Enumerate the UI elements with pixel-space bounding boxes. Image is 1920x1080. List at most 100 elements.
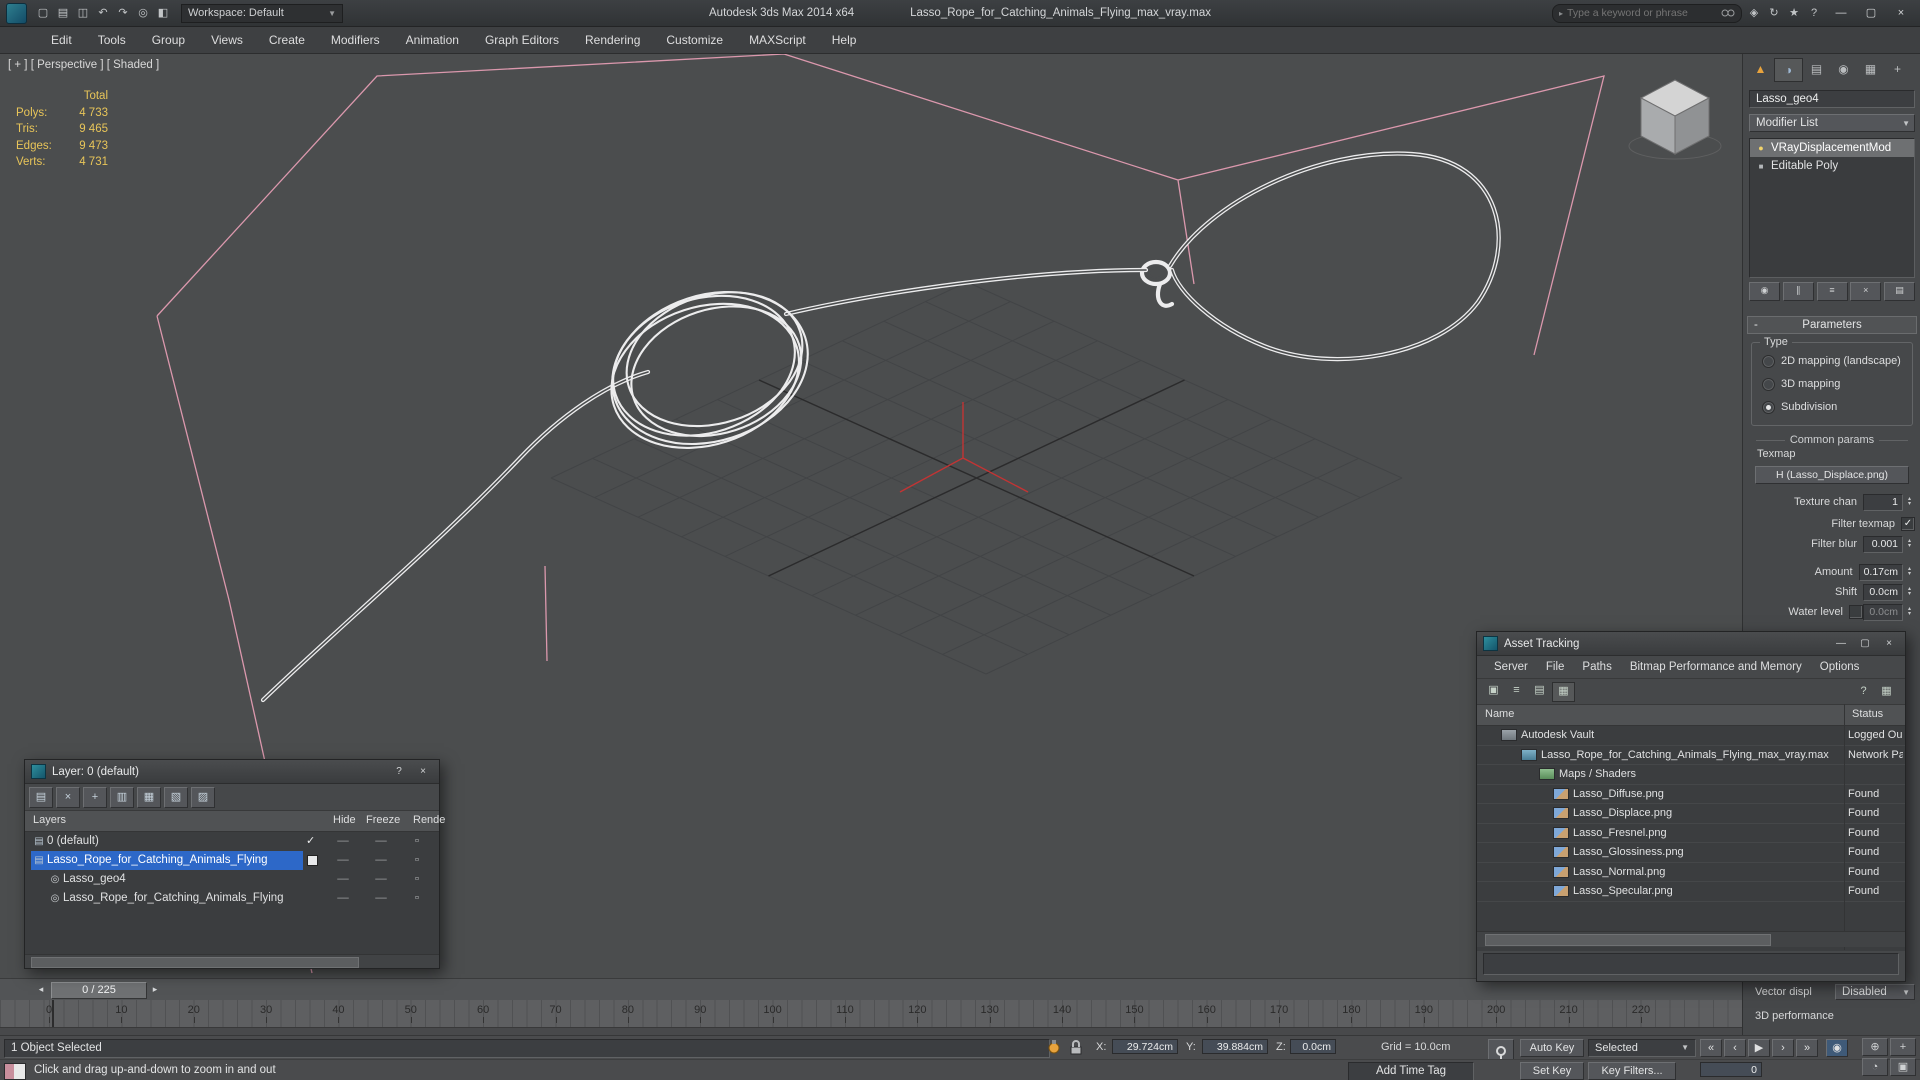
help-button[interactable]: ? (1853, 683, 1874, 701)
radio-icon[interactable] (1762, 354, 1775, 368)
freeze-toggle[interactable]: — (366, 832, 396, 851)
menu-item[interactable]: Bitmap Performance and Memory (1621, 657, 1811, 678)
radio-icon[interactable] (1762, 400, 1775, 414)
asset-row[interactable]: Lasso_Specular.png Found (1477, 882, 1905, 902)
menu-item[interactable]: Customize (653, 27, 736, 53)
previous-frame-button[interactable]: ‹ (1724, 1039, 1746, 1057)
next-frame-arrow[interactable]: ▸ (148, 982, 162, 997)
menu-item[interactable]: MAXScript (736, 27, 819, 53)
modifier-list-dropdown[interactable]: Modifier List ▼ (1749, 114, 1915, 132)
freeze-toggle[interactable]: — (366, 870, 396, 889)
shift-spinner[interactable]: ▴ ▾ (1904, 586, 1915, 597)
go-to-end-button[interactable]: » (1796, 1039, 1818, 1057)
isolate-selection-icon[interactable] (1046, 1039, 1062, 1059)
timeline-ruler[interactable]: 0 10 20 30 40 50 60 70 80 90 100 110 120 130 140 150 160… (0, 1000, 1742, 1035)
scrollbar-thumb[interactable] (1485, 934, 1771, 946)
radio-option[interactable]: Subdivision (1752, 397, 1912, 417)
help-button[interactable]: ? (389, 764, 409, 780)
hide-toggle[interactable]: — (328, 889, 358, 908)
menu-item[interactable]: Views (198, 27, 256, 53)
asset-row[interactable]: Lasso_Rope_for_Catching_Animals_Flying_m… (1477, 746, 1905, 765)
auto-key-button[interactable]: Auto Key (1520, 1039, 1584, 1057)
communication-center-icon[interactable]: ◈ (1744, 4, 1764, 23)
layer-window-titlebar[interactable]: Layer: 0 (default) ? × (25, 760, 439, 784)
time-slider-handle[interactable]: 0 / 225 (51, 982, 147, 999)
performance-rollout-label[interactable]: 3D performance (1755, 1010, 1834, 1022)
minimize-button[interactable]: — (1826, 3, 1856, 23)
z-coord-field[interactable]: 0.0cm (1290, 1039, 1336, 1054)
filter-texmap-checkbox[interactable]: ✓ (1901, 517, 1915, 531)
asset-window-titlebar[interactable]: Asset Tracking — ▢ × (1477, 632, 1905, 656)
search-input[interactable] (1563, 7, 1721, 19)
close-button[interactable]: × (1879, 636, 1899, 652)
remove-modifier-button[interactable]: × (1850, 282, 1882, 301)
binoculars-icon[interactable] (1721, 8, 1735, 18)
selection-lock-icon[interactable] (1068, 1039, 1084, 1059)
app-logo-icon[interactable] (6, 2, 27, 24)
hide-layer-button[interactable]: ▨ (191, 786, 215, 808)
go-to-start-button[interactable]: « (1700, 1039, 1722, 1057)
current-layer-check-icon[interactable]: ✓ (306, 832, 315, 851)
asset-row[interactable]: Lasso_Diffuse.png Found (1477, 785, 1905, 804)
hide-toggle[interactable]: — (328, 870, 358, 889)
next-frame-button[interactable]: › (1772, 1039, 1794, 1057)
column-separator[interactable] (1844, 704, 1845, 950)
name-column-header[interactable]: Name (1485, 708, 1514, 720)
redo-icon[interactable]: ↷ (113, 4, 133, 23)
modifier-icon[interactable] (1754, 139, 1768, 157)
freeze-column-header[interactable]: Freeze (366, 814, 400, 826)
open-file-icon[interactable]: ▤ (53, 4, 73, 23)
radio-option[interactable]: 2D mapping (landscape) (1752, 351, 1912, 371)
delete-layer-button[interactable]: × (56, 786, 80, 808)
hide-toggle[interactable]: — (328, 851, 358, 870)
water-level-spinner[interactable]: ▴ ▾ (1904, 606, 1915, 617)
set-key-button[interactable]: Set Key (1520, 1062, 1584, 1080)
menu-item[interactable]: Options (1811, 657, 1869, 678)
viewport-label[interactable]: [ + ] [ Perspective ] [ Shaded ] (8, 59, 159, 71)
menu-item[interactable]: Modifiers (318, 27, 393, 53)
project-folder-icon[interactable]: ◧ (153, 4, 173, 23)
list-view-button[interactable]: ≡ (1506, 682, 1527, 700)
water-level-checkbox[interactable] (1849, 605, 1863, 619)
minimize-button[interactable]: — (1831, 636, 1851, 652)
radio-option[interactable]: 3D mapping (1752, 374, 1912, 394)
fetch-icon[interactable]: ◎ (133, 4, 153, 23)
detail-view-button[interactable]: ▤ (1529, 682, 1550, 700)
configure-modifier-sets-button[interactable]: ▤ (1884, 282, 1915, 301)
status-column-header[interactable]: Status (1852, 708, 1883, 720)
asset-row[interactable]: Maps / Shaders (1477, 765, 1905, 785)
menu-item[interactable]: Create (256, 27, 318, 53)
amount-input[interactable]: 0.17cm (1858, 563, 1903, 581)
menu-item[interactable]: File (1537, 657, 1574, 678)
x-coord-field[interactable]: 29.724cm (1112, 1039, 1178, 1054)
set-current-layer-button[interactable]: ▦ (137, 786, 161, 808)
asset-row[interactable]: Autodesk Vault Logged Ou (1477, 726, 1905, 746)
pan-button[interactable]: + (1890, 1038, 1916, 1056)
maximize-button[interactable]: ▢ (1856, 3, 1886, 23)
freeze-toggle[interactable]: — (366, 851, 396, 870)
asset-row[interactable]: Lasso_Fresnel.png Found (1477, 824, 1905, 843)
layer-row[interactable]: 0 (default) ✓ — — ▫ (25, 832, 439, 851)
sync-icon[interactable]: ↻ (1764, 4, 1784, 23)
undo-icon[interactable]: ↶ (93, 4, 113, 23)
vector-displacement-dropdown[interactable]: Disabled ▼ (1835, 984, 1915, 1000)
select-layer-objects-button[interactable]: ▥ (110, 786, 134, 808)
close-button[interactable]: × (1886, 3, 1916, 23)
key-mode-toggle[interactable]: ◉ (1826, 1039, 1848, 1057)
texture-channel-input[interactable]: 1 (1863, 493, 1903, 511)
asset-horizontal-scrollbar[interactable] (1477, 931, 1905, 947)
save-file-icon[interactable]: ◫ (73, 4, 93, 23)
layer-row[interactable]: Lasso_Rope_for_Catching_Animals_Flying ✓… (25, 889, 439, 908)
add-time-tag[interactable]: Add Time Tag (1348, 1062, 1474, 1080)
tab-hierarchy[interactable]: ▤ (1803, 58, 1830, 80)
zoom-button[interactable]: ⊕ (1862, 1038, 1888, 1056)
render-toggle[interactable]: ▫ (415, 832, 419, 851)
amount-spinner[interactable]: ▴ ▾ (1904, 566, 1915, 577)
asset-row[interactable]: Lasso_Normal.png Found (1477, 863, 1905, 882)
maxscript-mini-listener-icon[interactable] (4, 1063, 26, 1080)
menu-item[interactable]: Paths (1573, 657, 1620, 678)
current-layer-box-icon[interactable] (307, 855, 318, 866)
refresh-button[interactable]: ▣ (1483, 682, 1504, 700)
menu-item[interactable]: Rendering (572, 27, 653, 53)
tab-display[interactable]: ▦ (1857, 58, 1884, 80)
